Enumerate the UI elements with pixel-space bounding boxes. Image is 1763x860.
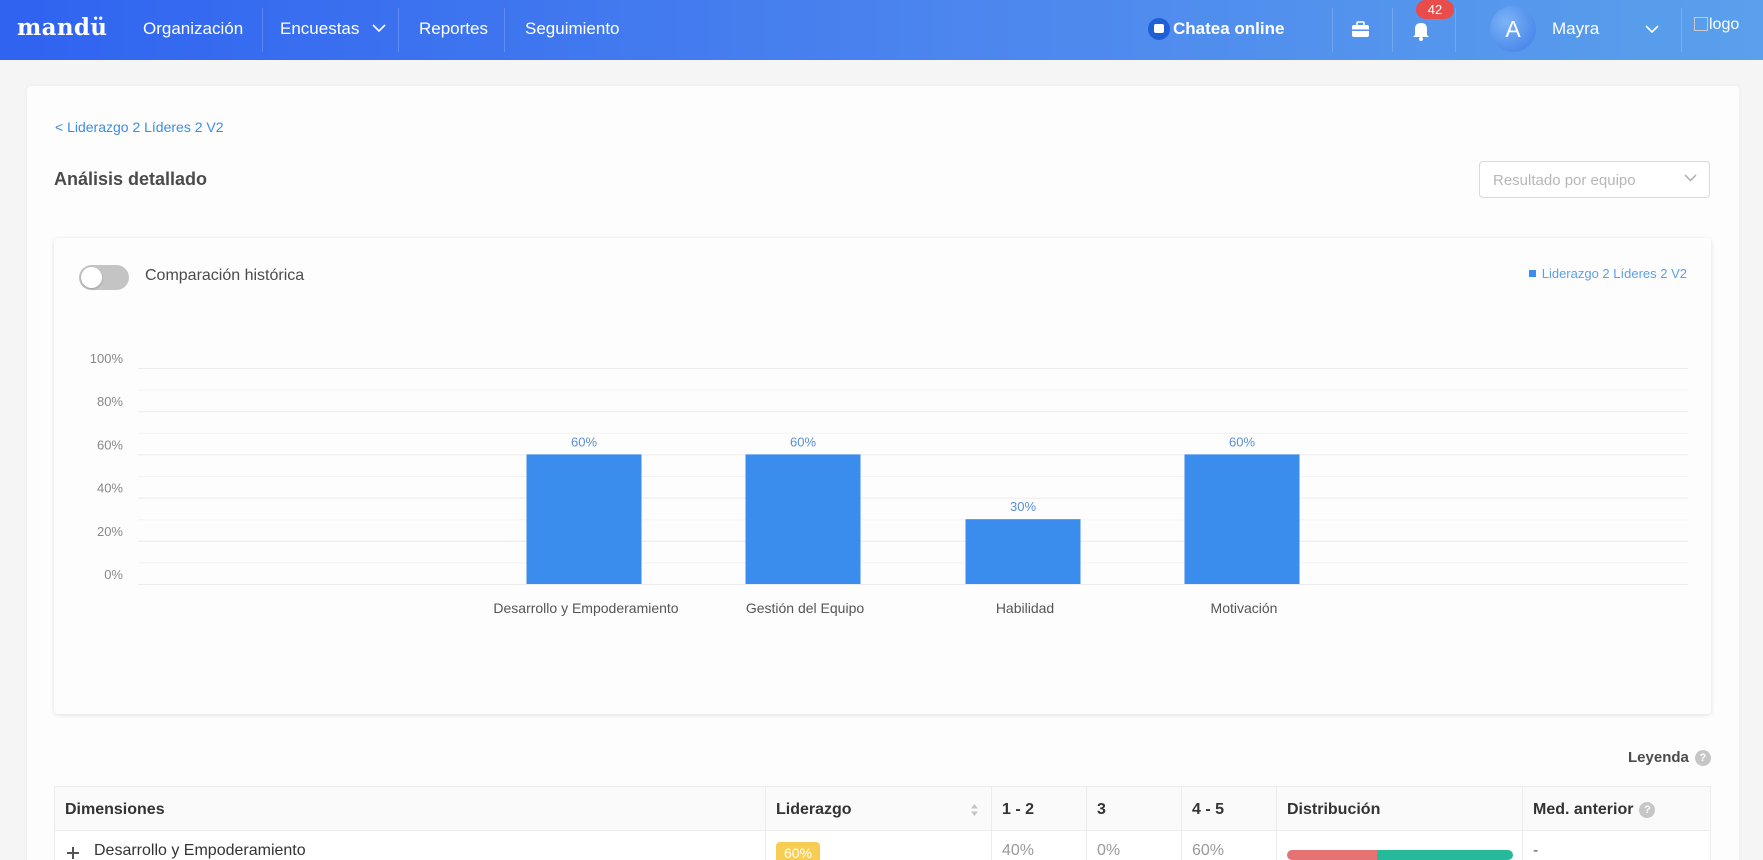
dimension-cell: Desarrollo y Empoderamiento <box>55 831 766 860</box>
leyenda-label: Leyenda <box>1628 749 1689 766</box>
liderazgo-cell: 60% <box>766 831 992 860</box>
x-category-label: Gestión del Equipo <box>746 600 865 616</box>
y-tick-label: 20% <box>97 524 123 539</box>
nav-divider <box>1455 8 1456 52</box>
brand-logo[interactable]: mandü <box>17 14 107 41</box>
table-row[interactable]: Desarrollo y Empoderamiento 60% 40% 0% 6… <box>54 831 1711 860</box>
col-med-anterior-label: Med. anterior <box>1533 801 1634 818</box>
team-result-select[interactable]: Resultado por equipo <box>1479 161 1710 198</box>
select-placeholder: Resultado por equipo <box>1493 172 1636 189</box>
col-distribucion: Distribución <box>1277 787 1523 832</box>
briefcase-icon[interactable] <box>1344 14 1376 46</box>
chat-icon <box>1148 18 1170 40</box>
nav-divider <box>504 8 505 52</box>
col-dimensiones: Dimensiones <box>55 787 766 832</box>
nav-organizacion[interactable]: Organización <box>143 0 243 60</box>
col-4-5: 4 - 5 <box>1182 787 1277 832</box>
user-name: Mayra <box>1552 19 1600 38</box>
bar-value-label: 60% <box>790 434 816 449</box>
bar-chart: 0% 20% 40% 60% 80% 100% 60% Desarrollo y Empode… <box>90 351 1688 616</box>
nav-encuestas[interactable]: Encuestas <box>280 0 386 60</box>
user-menu[interactable]: Mayra <box>1552 0 1599 60</box>
expand-icon[interactable] <box>67 847 79 859</box>
bar-value-label: 60% <box>571 434 597 449</box>
chart-legend[interactable]: Liderazgo 2 Líderes 2 V2 <box>1528 266 1687 281</box>
notification-badge: 42 <box>1416 0 1454 19</box>
y-tick-label: 100% <box>90 351 124 366</box>
y-tick-label: 60% <box>97 437 123 452</box>
nav-divider <box>1681 8 1682 52</box>
help-icon[interactable]: ? <box>1639 802 1656 818</box>
range-1-2-cell: 40% <box>992 831 1087 860</box>
bar-value-label: 60% <box>1229 434 1255 449</box>
legend-label: Liderazgo 2 Líderes 2 V2 <box>1541 266 1687 281</box>
range-3-cell: 0% <box>1087 831 1182 860</box>
bar <box>1184 454 1300 584</box>
table-header: Dimensiones Liderazgo 1 - 2 3 4 - 5 Dist… <box>54 786 1712 832</box>
nav-divider <box>262 8 263 52</box>
x-category-label: Desarrollo y Empoderamiento <box>493 600 678 616</box>
dimension-name: Desarrollo y Empoderamiento <box>94 842 306 859</box>
col-liderazgo-label: Liderazgo <box>776 801 852 818</box>
broken-image-icon <box>1694 17 1708 31</box>
breadcrumb[interactable]: < Liderazgo 2 Líderes 2 V2 <box>55 119 224 135</box>
x-category-label: Habilidad <box>996 600 1054 616</box>
legend-swatch <box>1528 270 1536 277</box>
col-1-2: 1 - 2 <box>992 787 1087 832</box>
bar-value-label: 30% <box>1010 499 1036 514</box>
y-tick-label: 0% <box>104 567 123 582</box>
toggle-label: Comparación histórica <box>145 267 305 284</box>
legend-help[interactable]: Leyenda? <box>1628 749 1711 766</box>
nav-divider <box>398 8 399 52</box>
distribution-bar <box>1287 850 1513 860</box>
chevron-down-icon <box>1684 174 1697 182</box>
nav-encuestas-label: Encuestas <box>280 19 360 38</box>
historical-comparison-toggle[interactable] <box>79 265 129 290</box>
logo-alt-text: logo <box>1709 16 1740 33</box>
distribution-negative <box>1287 850 1378 860</box>
col-med-anterior: Med. anterior? <box>1523 787 1712 832</box>
col-3: 3 <box>1087 787 1182 832</box>
chat-online-label: Chatea online <box>1173 19 1285 38</box>
y-tick-label: 40% <box>97 481 123 496</box>
nav-divider <box>1332 8 1333 52</box>
distribution-positive <box>1377 850 1513 860</box>
x-category-label: Motivación <box>1211 600 1278 616</box>
score-pill: 60% <box>776 842 821 860</box>
bar <box>745 454 861 584</box>
range-4-5-cell: 60% <box>1182 831 1277 860</box>
bar <box>965 519 1081 584</box>
avatar[interactable]: A <box>1490 6 1536 52</box>
chevron-down-icon <box>372 23 386 32</box>
y-tick-label: 80% <box>97 394 123 409</box>
top-navbar: mandü Organización Encuestas Reportes Se… <box>0 0 1763 60</box>
col-liderazgo[interactable]: Liderazgo <box>766 787 992 832</box>
page-title: Análisis detallado <box>54 169 208 189</box>
nav-seguimiento[interactable]: Seguimiento <box>525 0 620 60</box>
sort-icon <box>971 804 978 816</box>
nav-divider <box>1392 8 1393 52</box>
company-logo: logo <box>1694 16 1739 34</box>
chat-online-button[interactable]: Chatea online <box>1148 0 1285 60</box>
distribution-cell <box>1277 831 1523 860</box>
previous-cell: - <box>1533 842 1539 859</box>
chevron-down-icon[interactable] <box>1645 25 1659 34</box>
avatar-initial: A <box>1505 16 1521 42</box>
bar <box>526 454 642 584</box>
help-icon: ? <box>1694 750 1711 766</box>
nav-reportes[interactable]: Reportes <box>419 0 488 60</box>
